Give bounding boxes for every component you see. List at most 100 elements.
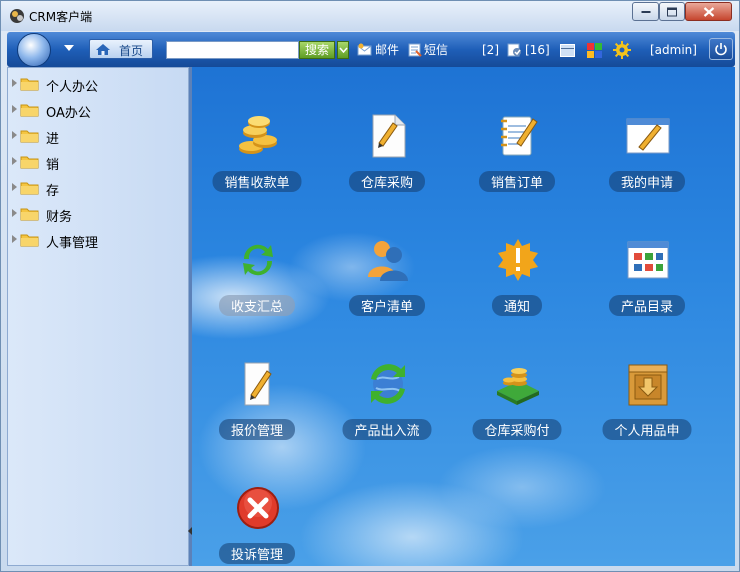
quote-document-icon: [244, 362, 272, 406]
sidebar-item-finance[interactable]: 财务: [8, 202, 188, 225]
task-icon[interactable]: [507, 42, 522, 57]
sidebar-item-label: 人事管理: [46, 236, 99, 251]
tile-warehouse-payment[interactable]: 仓库采购付: [457, 361, 577, 461]
minimize-button[interactable]: [632, 2, 659, 21]
tile-label: 产品目录: [608, 295, 686, 316]
menu-caret-icon[interactable]: [64, 45, 74, 51]
app-window: CRM客户端 首页 搜索 邮件 短信 [2] [16] [admin] 个人办公…: [0, 0, 740, 572]
sidebar-item-label: 存: [46, 184, 60, 199]
folder-icon: [20, 182, 39, 195]
tile-warehouse-purchase[interactable]: 仓库采购: [327, 113, 447, 213]
mail-icon: [357, 43, 372, 56]
expand-arrow-icon[interactable]: [12, 209, 17, 217]
maximize-icon: [667, 7, 677, 16]
expand-arrow-icon[interactable]: [12, 157, 17, 165]
sidebar-item-label: 销: [46, 158, 60, 173]
sms-button[interactable]: 短信: [408, 41, 448, 59]
tile-label: 收支汇总: [218, 295, 296, 316]
sidebar-tree: 个人办公 OA办公 进 销 存 财务 人事管理: [7, 67, 189, 566]
close-icon: [703, 6, 714, 17]
folder-icon: [20, 78, 39, 91]
sidebar-item-label: OA办公: [46, 106, 91, 121]
tile-my-application[interactable]: 我的申请: [587, 113, 707, 213]
tile-label: 报价管理: [218, 419, 296, 440]
tile-label: 投诉管理: [218, 543, 296, 564]
home-button[interactable]: 首页: [89, 39, 153, 59]
gear-icon[interactable]: [613, 41, 631, 59]
expand-arrow-icon[interactable]: [12, 235, 17, 243]
document-pencil-icon: [372, 114, 406, 158]
sidebar-item-label: 进: [46, 132, 60, 147]
sms-icon: [408, 43, 422, 57]
sidebar-item-label: 财务: [46, 210, 73, 225]
tile-sales-receipt[interactable]: 销售收款单: [197, 113, 317, 213]
tile-label: 销售订单: [478, 171, 556, 192]
title-bar[interactable]: CRM客户端: [1, 1, 739, 31]
tile-label: 客户清单: [348, 295, 426, 316]
folder-icon: [20, 104, 39, 117]
error-x-icon: [237, 487, 279, 529]
app-icon: [10, 9, 24, 23]
edit-window-icon: [626, 118, 670, 154]
notepad-icon: [501, 116, 538, 156]
refresh-arrows-icon: [243, 244, 273, 276]
expand-arrow-icon[interactable]: [12, 131, 17, 139]
expand-arrow-icon[interactable]: [12, 105, 17, 113]
tile-label: 销售收款单: [212, 171, 302, 192]
expand-arrow-icon[interactable]: [12, 183, 17, 191]
layout-icon[interactable]: [560, 44, 575, 57]
tile-income-summary[interactable]: 收支汇总: [197, 237, 317, 337]
current-user[interactable]: [admin]: [650, 41, 697, 59]
tile-sales-order[interactable]: 销售订单: [457, 113, 577, 213]
toolbar: 首页 搜索 邮件 短信 [2] [16] [admin]: [7, 32, 735, 67]
sidebar-item-purchase[interactable]: 进: [8, 124, 188, 147]
mail-button[interactable]: 邮件: [357, 41, 399, 59]
folder-icon: [20, 156, 39, 169]
tile-label: 通知: [491, 295, 543, 316]
mail-label: 邮件: [375, 43, 400, 57]
sidebar-item-oa-office[interactable]: OA办公: [8, 98, 188, 121]
sidebar-item-sales[interactable]: 销: [8, 150, 188, 173]
tile-customer-list[interactable]: 客户清单: [327, 237, 447, 337]
tile-product-catalog[interactable]: 产品目录: [587, 237, 707, 337]
search-input[interactable]: [166, 41, 299, 59]
message-count[interactable]: [2]: [482, 41, 499, 59]
sidebar-item-label: 个人办公: [46, 80, 99, 95]
tile-label: 我的申请: [608, 171, 686, 192]
maximize-button[interactable]: [659, 2, 685, 21]
tile-label: 仓库采购: [348, 171, 426, 192]
task-count[interactable]: [16]: [525, 41, 550, 59]
tile-product-flow[interactable]: 产品出入流: [327, 361, 447, 461]
folder-icon: [20, 234, 39, 247]
window-title: CRM客户端: [29, 10, 93, 24]
close-button[interactable]: [685, 2, 732, 21]
globe-arrows-icon: [371, 364, 405, 404]
app-logo-icon[interactable]: [17, 33, 51, 67]
users-icon: [368, 241, 408, 281]
search-dropdown[interactable]: [337, 41, 349, 59]
chevron-down-icon: [339, 47, 348, 53]
folder-icon: [20, 208, 39, 221]
tile-personal-supplies[interactable]: 个人用品申: [587, 361, 707, 461]
tile-quote-management[interactable]: 报价管理: [197, 361, 317, 461]
sidebar-item-personal-office[interactable]: 个人办公: [8, 72, 188, 95]
search-button[interactable]: 搜索: [299, 41, 335, 59]
logout-button[interactable]: [709, 38, 733, 60]
tile-label: 产品出入流: [342, 419, 432, 440]
tile-label: 仓库采购付: [472, 419, 562, 440]
alert-badge-icon: [498, 239, 538, 281]
home-label: 首页: [119, 44, 144, 58]
color-theme-icon[interactable]: [587, 43, 602, 58]
sidebar-item-hr[interactable]: 人事管理: [8, 228, 188, 251]
power-icon: [715, 43, 727, 56]
minimize-icon: [641, 10, 650, 13]
tile-notice[interactable]: 通知: [457, 237, 577, 337]
tile-label: 个人用品申: [602, 419, 692, 440]
sidebar-item-inventory[interactable]: 存: [8, 176, 188, 199]
tile-complaint-management[interactable]: 投诉管理: [197, 485, 317, 566]
desktop-panel: 销售收款单 仓库采购 销售订单 我的申请 收支汇总 客户清单 通知 产品目录 报…: [192, 67, 735, 566]
home-icon: [96, 44, 110, 55]
expand-arrow-icon[interactable]: [12, 79, 17, 87]
folder-icon: [20, 130, 39, 143]
box-download-icon: [628, 364, 668, 406]
